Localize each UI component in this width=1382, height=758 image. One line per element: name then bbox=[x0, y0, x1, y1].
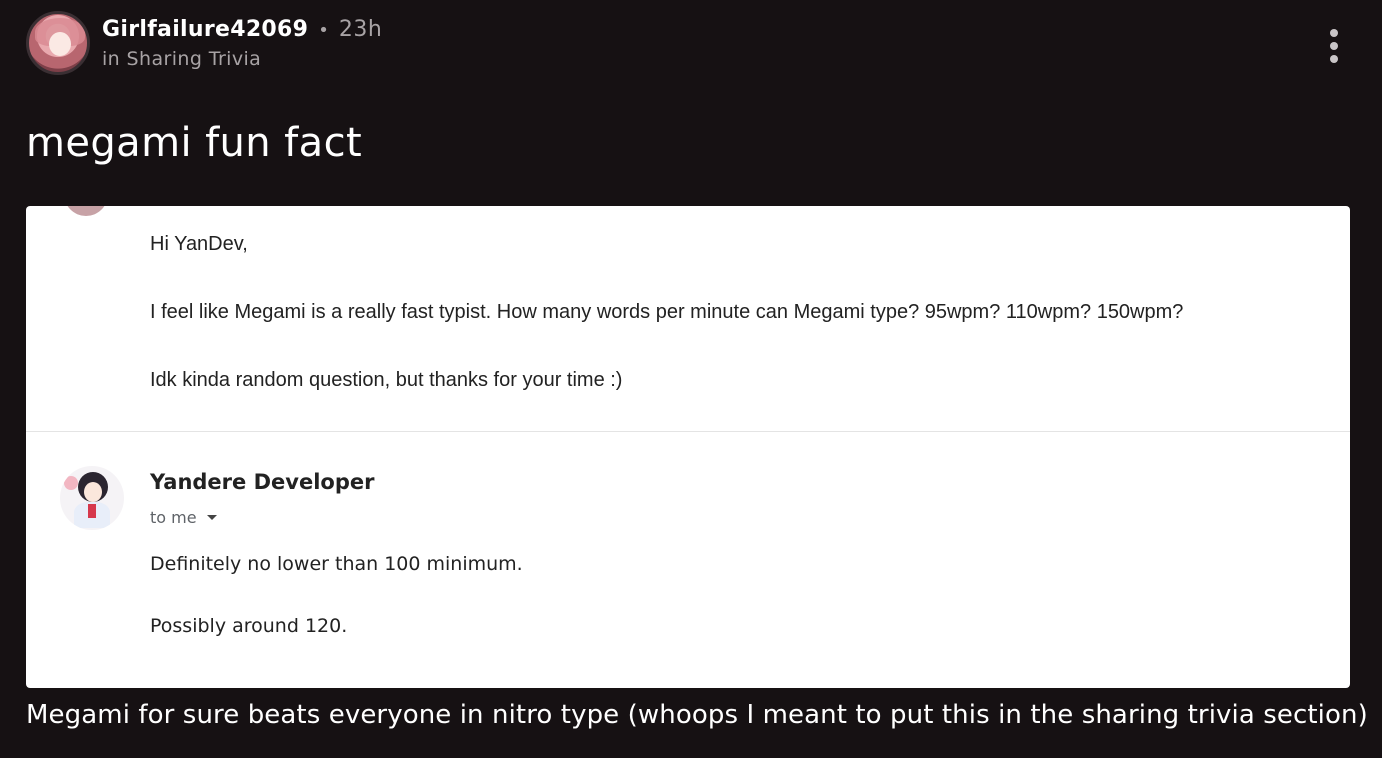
message-line: I feel like Megami is a really fast typi… bbox=[150, 301, 1184, 323]
post-time: 23h bbox=[338, 16, 383, 42]
avatar-blossom bbox=[64, 476, 78, 490]
menu-dot bbox=[1330, 55, 1338, 63]
previous-sender-avatar bbox=[64, 206, 108, 216]
separator-dot: • bbox=[318, 19, 329, 41]
email-screenshot[interactable]: Hi YanDev, I feel like Megami is a reall… bbox=[26, 206, 1350, 688]
author-avatar[interactable] bbox=[26, 11, 90, 75]
menu-dot bbox=[1330, 42, 1338, 50]
menu-dot bbox=[1330, 29, 1338, 37]
recipient-label: to me bbox=[150, 508, 197, 527]
more-options-icon[interactable] bbox=[1328, 29, 1340, 63]
post-header: Girlfailure42069 • 23h in Sharing Trivia bbox=[26, 11, 382, 75]
reply-sender-name: Yandere Developer bbox=[150, 470, 375, 494]
avatar-tie bbox=[88, 504, 96, 518]
reply-recipient: to me bbox=[150, 508, 217, 527]
author-username[interactable]: Girlfailure42069 bbox=[102, 17, 308, 42]
post-meta: Girlfailure42069 • 23h in Sharing Trivia bbox=[102, 17, 382, 70]
message-divider bbox=[26, 431, 1350, 432]
post-caption: Megami for sure beats everyone in nitro … bbox=[26, 700, 1368, 730]
avatar-face bbox=[49, 32, 71, 56]
reply-line: Possibly around 120. bbox=[150, 615, 348, 637]
post-card: Girlfailure42069 • 23h in Sharing Trivia… bbox=[0, 0, 1382, 758]
community-link[interactable]: in Sharing Trivia bbox=[102, 48, 382, 70]
original-message: Hi YanDev, I feel like Megami is a reall… bbox=[150, 232, 1183, 436]
post-title: megami fun fact bbox=[26, 120, 363, 166]
reply-message: Definitely no lower than 100 minimum. Po… bbox=[150, 552, 523, 676]
avatar-face bbox=[84, 482, 102, 502]
chevron-down-icon bbox=[206, 515, 217, 520]
message-line: Hi YanDev, bbox=[150, 233, 248, 255]
message-line: Idk kinda random question, but thanks fo… bbox=[150, 369, 623, 391]
reply-sender-avatar bbox=[60, 466, 124, 530]
author-line: Girlfailure42069 • 23h bbox=[102, 17, 382, 47]
reply-line: Definitely no lower than 100 minimum. bbox=[150, 553, 523, 575]
